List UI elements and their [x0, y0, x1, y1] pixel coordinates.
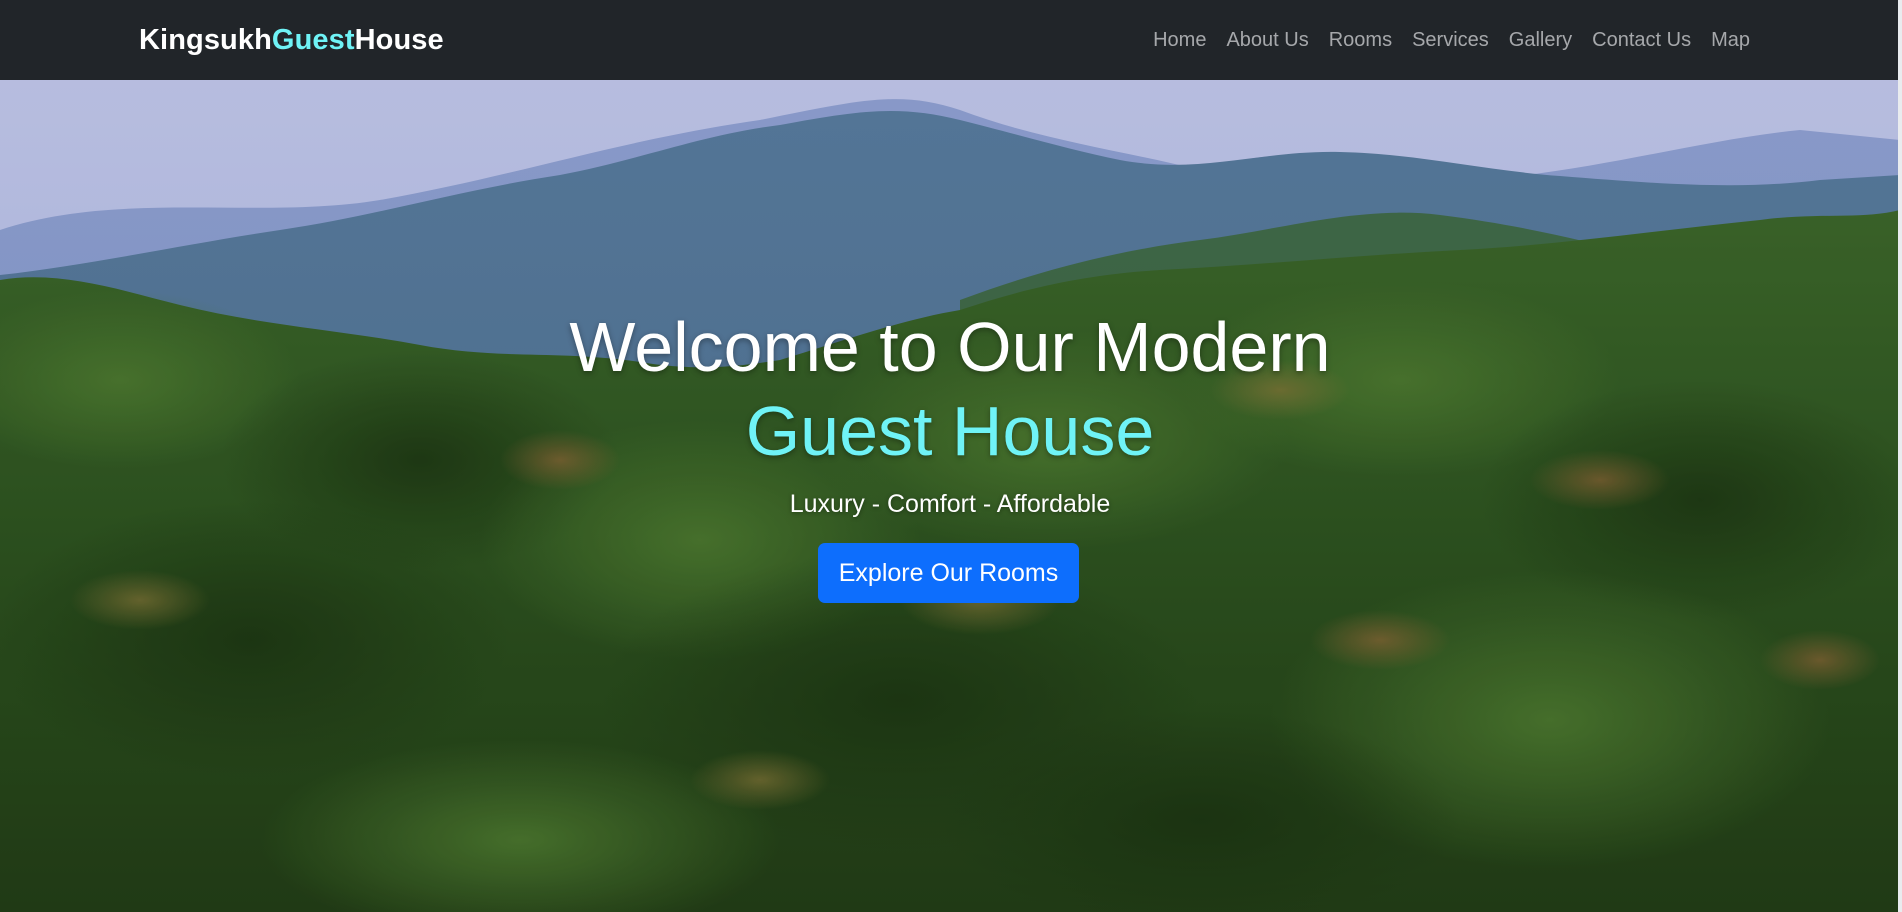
nav-menu: Home About Us Rooms Services Gallery Con… — [1125, 0, 1750, 80]
brand-name-part1: Kingsukh — [139, 23, 272, 56]
brand-name-accent: Guest — [271, 23, 355, 56]
nav-link-about-us[interactable]: About Us — [1226, 29, 1308, 51]
brand-name-part3: House — [354, 23, 444, 56]
hero-section: Welcome to Our Modern Guest House Luxury… — [0, 80, 1900, 912]
nav-item-map: Map — [1711, 29, 1750, 52]
brand-logo[interactable]: Kingsukh Guest House — [139, 0, 444, 80]
nav-item-rooms: Rooms — [1329, 29, 1392, 52]
explore-rooms-button[interactable]: Explore Our Rooms — [818, 543, 1079, 603]
window-edge — [1898, 0, 1902, 912]
nav-item-home: Home — [1153, 29, 1206, 52]
nav-link-rooms[interactable]: Rooms — [1329, 29, 1392, 51]
navbar: Kingsukh Guest House Home About Us Rooms… — [0, 0, 1902, 80]
hero-tagline: Luxury - Comfort - Affordable — [789, 490, 1111, 518]
hero-title-line1: Welcome to Our Modern — [569, 308, 1331, 386]
hero-title-line2: Guest House — [745, 392, 1155, 470]
nav-item-about: About Us — [1226, 29, 1308, 52]
nav-item-contact: Contact Us — [1592, 29, 1691, 52]
nav-link-contact-us[interactable]: Contact Us — [1592, 29, 1691, 51]
nav-item-services: Services — [1412, 29, 1489, 52]
nav-link-services[interactable]: Services — [1412, 29, 1489, 51]
hero-content: Welcome to Our Modern Guest House Luxury… — [0, 80, 1900, 912]
nav-link-home[interactable]: Home — [1153, 29, 1206, 51]
page: Kingsukh Guest House Home About Us Rooms… — [0, 0, 1902, 912]
nav-item-gallery: Gallery — [1509, 29, 1572, 52]
nav-link-gallery[interactable]: Gallery — [1509, 29, 1572, 51]
nav-link-map[interactable]: Map — [1711, 29, 1750, 51]
hero-title: Welcome to Our Modern Guest House — [0, 305, 1900, 473]
